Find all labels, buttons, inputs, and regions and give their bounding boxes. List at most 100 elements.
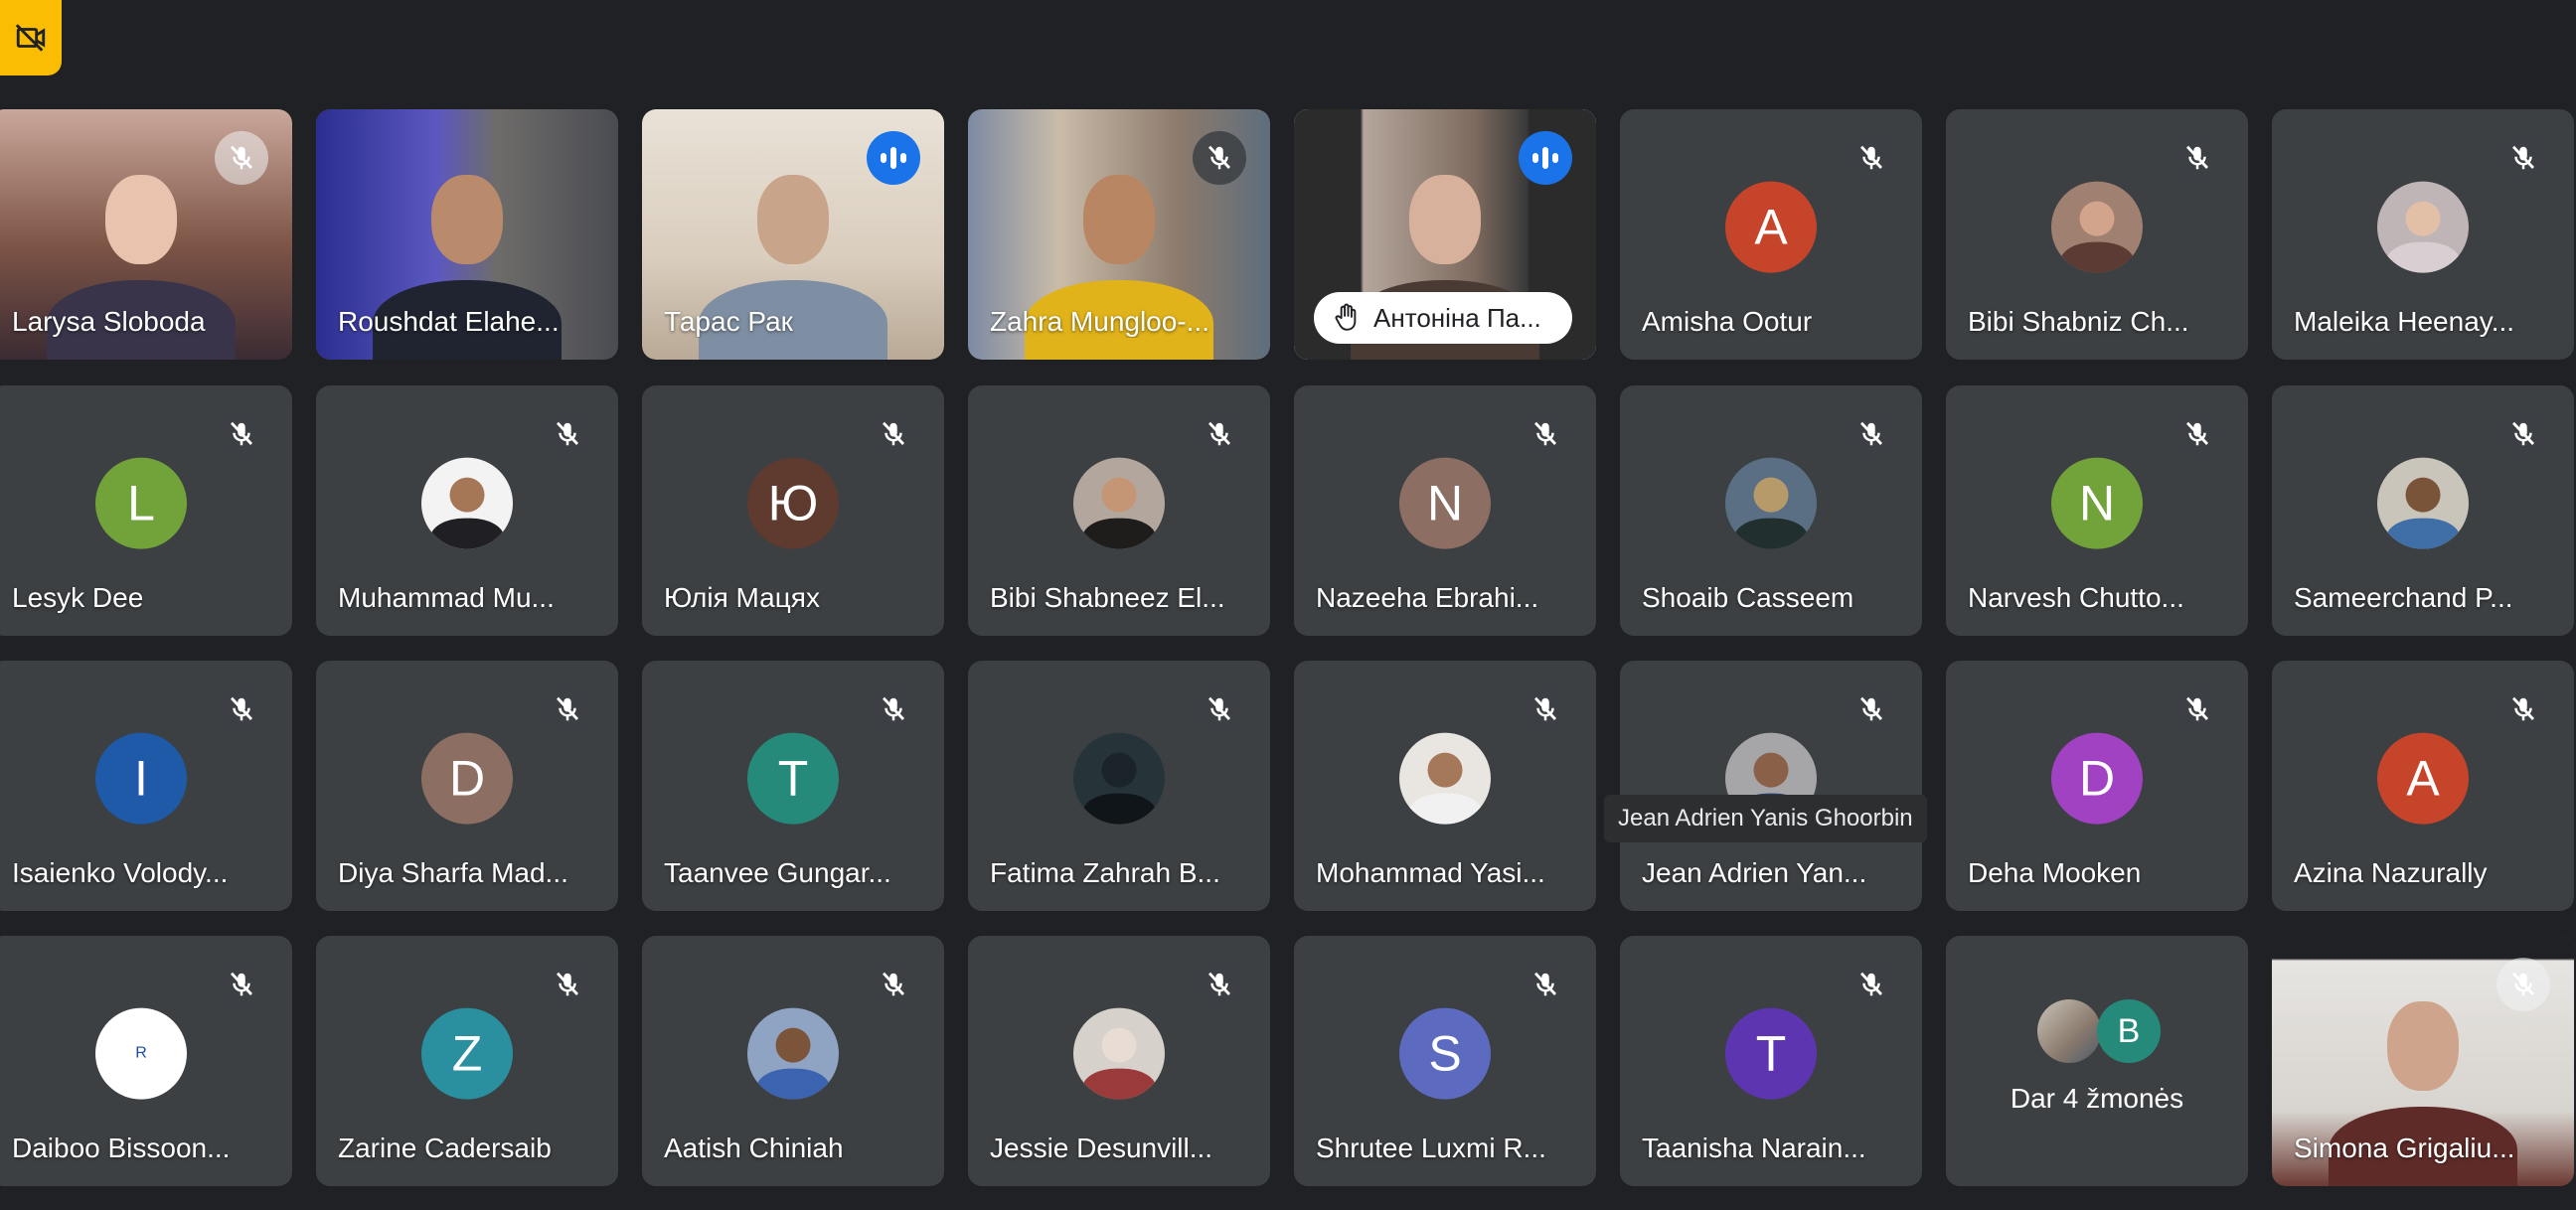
participant-tile[interactable]: Roushdat Elahe...	[316, 109, 618, 360]
participant-tile[interactable]: Larysa Sloboda	[0, 109, 292, 360]
participant-name: Taanvee Gungar...	[664, 857, 891, 888]
mic-off-icon	[215, 407, 268, 461]
participant-tile[interactable]: Jean Adrien Yan...	[1620, 661, 1922, 911]
mic-off-icon	[1193, 131, 1246, 185]
avatar	[1073, 1007, 1165, 1100]
name-tooltip: Jean Adrien Yanis Ghoorbin	[1604, 795, 1927, 842]
mic-off-icon	[2496, 958, 2550, 1011]
mic-off-icon	[541, 682, 594, 736]
raised-hand-pill: Антоніна Па...	[1314, 292, 1572, 344]
participant-tile[interactable]: D Deha Mooken	[1946, 661, 2248, 911]
participant-tile[interactable]: Bibi Shabneez El...	[968, 385, 1270, 636]
participant-name: Jessie Desunvill...	[990, 1133, 1213, 1163]
participant-name: Daiboo Bissoon...	[12, 1133, 231, 1163]
avatar: T	[1725, 1007, 1817, 1100]
participant-tile[interactable]: A Amisha Ootur	[1620, 109, 1922, 360]
avatar: N	[2051, 457, 2143, 549]
participant-name: Maleika Heenay...	[2294, 306, 2515, 337]
avatar	[1725, 457, 1817, 549]
participant-tile[interactable]: A Azina Nazurally	[2272, 661, 2574, 911]
mic-off-icon	[2496, 407, 2550, 461]
participant-name: Shrutee Luxmi R...	[1316, 1133, 1546, 1163]
mic-off-icon	[215, 958, 268, 1011]
mic-off-icon	[2171, 407, 2224, 461]
avatar: B	[2097, 999, 2161, 1063]
avatar	[1073, 732, 1165, 825]
avatar	[1399, 732, 1491, 825]
participant-grid: Larysa Sloboda Roushdat Elahe... Тарас Рак…	[0, 0, 2576, 1210]
participant-name: Isaienko Volody...	[12, 857, 229, 888]
participant-tile[interactable]: Тарас Рак	[642, 109, 944, 360]
participant-tile[interactable]: N Narvesh Chutto...	[1946, 385, 2248, 636]
avatar	[1073, 457, 1165, 549]
participant-name: Aatish Chiniah	[664, 1133, 844, 1163]
participant-name: Taanisha Narain...	[1642, 1133, 1866, 1163]
participant-name: Mohammad Yasi...	[1316, 857, 1545, 888]
participant-tile[interactable]: T Taanisha Narain...	[1620, 936, 1922, 1186]
participant-name: Антоніна Па...	[1373, 302, 1541, 333]
avatar: R	[95, 1007, 187, 1100]
participant-tile[interactable]: Fatima Zahrah B...	[968, 661, 1270, 911]
participant-name: Bibi Shabneez El...	[990, 582, 1225, 613]
participant-name: Юлія Мацях	[664, 582, 820, 613]
participant-tile[interactable]: L Lesyk Dee	[0, 385, 292, 636]
participant-tile[interactable]: Aatish Chiniah	[642, 936, 944, 1186]
participant-tile[interactable]: Ю Юлія Мацях	[642, 385, 944, 636]
participant-tile[interactable]: Muhammad Mu...	[316, 385, 618, 636]
participant-tile[interactable]: T Taanvee Gungar...	[642, 661, 944, 911]
participant-tile[interactable]: Jessie Desunvill...	[968, 936, 1270, 1186]
avatar: Z	[421, 1007, 513, 1100]
participant-tile[interactable]: Bibi Shabniz Ch...	[1946, 109, 2248, 360]
avatar: T	[747, 732, 839, 825]
participant-tile[interactable]: Shoaib Casseem	[1620, 385, 1922, 636]
speaking-indicator-icon	[867, 131, 920, 185]
participant-tile[interactable]: Maleika Heenay...	[2272, 109, 2574, 360]
mic-off-icon	[867, 958, 920, 1011]
participant-name: Larysa Sloboda	[12, 306, 206, 337]
participant-tile[interactable]: N Nazeeha Ebrahi...	[1294, 385, 1596, 636]
mic-off-icon	[1845, 682, 1898, 736]
participant-name: Roushdat Elahe...	[338, 306, 560, 337]
avatar: Ю	[747, 457, 839, 549]
avatar	[2377, 457, 2469, 549]
participant-name: Zahra Mungloo-...	[990, 306, 1209, 337]
mic-off-icon	[541, 407, 594, 461]
mic-off-icon	[2171, 682, 2224, 736]
participant-name: Azina Nazurally	[2294, 857, 2488, 888]
participant-tile[interactable]: Sameerchand P...	[2272, 385, 2574, 636]
mic-off-icon	[215, 682, 268, 736]
participant-name: Fatima Zahrah B...	[990, 857, 1220, 888]
participant-name: Nazeeha Ebrahi...	[1316, 582, 1539, 613]
participant-tile[interactable]: I Isaienko Volody...	[0, 661, 292, 911]
participant-tile[interactable]: Zahra Mungloo-...	[968, 109, 1270, 360]
participant-name: Lesyk Dee	[12, 582, 144, 613]
mic-off-icon	[1193, 407, 1246, 461]
mic-off-icon	[2496, 682, 2550, 736]
participant-tile[interactable]: R Daiboo Bissoon...	[0, 936, 292, 1186]
participant-tile[interactable]: D Diya Sharfa Mad...	[316, 661, 618, 911]
avatar: L	[95, 457, 187, 549]
participant-name: Shoaib Casseem	[1642, 582, 1854, 613]
avatar	[2051, 181, 2143, 273]
participant-name: Simona Grigaliu...	[2294, 1133, 2515, 1163]
participant-tile[interactable]: Mohammad Yasi...	[1294, 661, 1596, 911]
avatar: D	[421, 732, 513, 825]
mic-off-icon	[1193, 958, 1246, 1011]
participant-tile[interactable]: Антоніна Па...	[1294, 109, 1596, 360]
participant-tile[interactable]: S Shrutee Luxmi R...	[1294, 936, 1596, 1186]
participant-name: Bibi Shabniz Ch...	[1968, 306, 2189, 337]
avatar	[747, 1007, 839, 1100]
mic-off-icon	[1845, 131, 1898, 185]
participant-name: Narvesh Chutto...	[1968, 582, 2184, 613]
avatar	[2377, 181, 2469, 273]
mic-off-icon	[1845, 407, 1898, 461]
mic-off-icon	[1519, 682, 1572, 736]
participant-name: Deha Mooken	[1968, 857, 2142, 888]
participant-tile[interactable]: Simona Grigaliu...	[2272, 936, 2574, 1186]
participant-tile[interactable]: B Dar 4 žmonės	[1946, 936, 2248, 1186]
participant-tile[interactable]: Z Zarine Cadersaib	[316, 936, 618, 1186]
participant-name: Zarine Cadersaib	[338, 1133, 552, 1163]
participant-name: Тарас Рак	[664, 306, 793, 337]
avatar: S	[1399, 1007, 1491, 1100]
mic-off-icon	[867, 407, 920, 461]
